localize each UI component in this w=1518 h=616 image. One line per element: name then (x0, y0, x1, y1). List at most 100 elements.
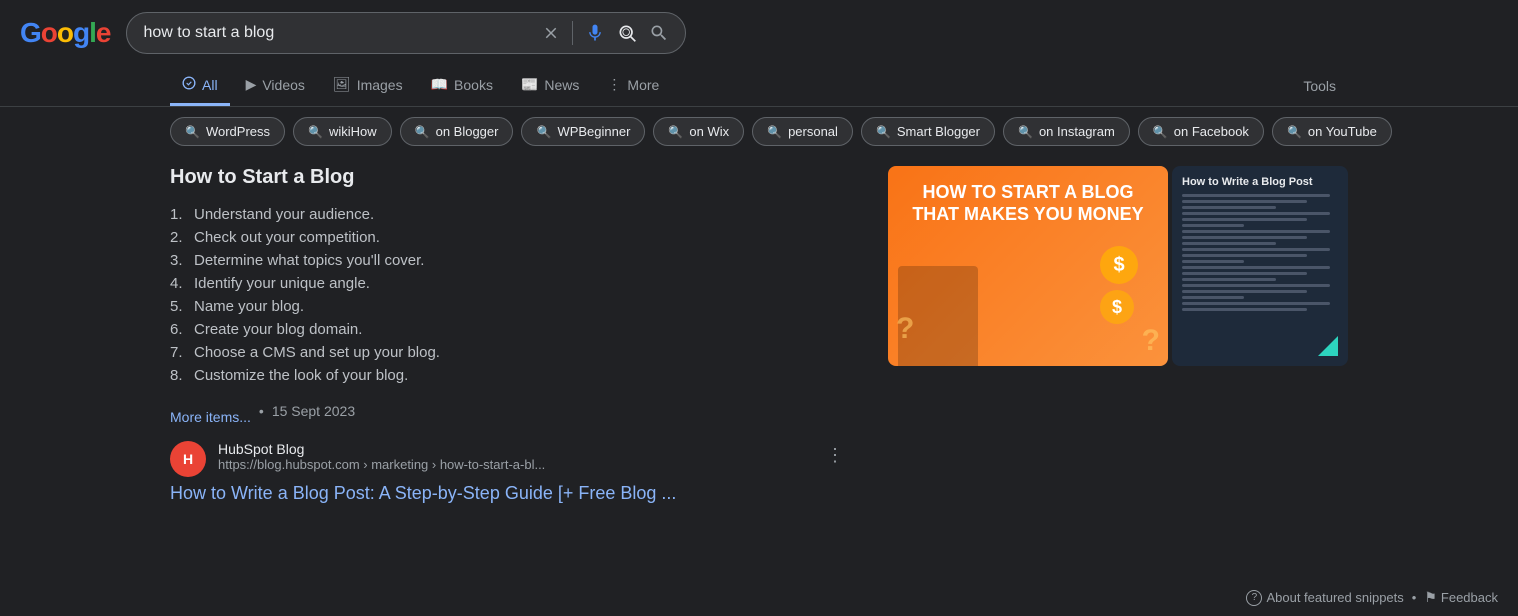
list-item: 4.Identify your unique angle. (170, 272, 848, 295)
more-items-link[interactable]: More items... (170, 409, 251, 425)
text-line (1182, 290, 1307, 293)
tab-all[interactable]: All (170, 66, 230, 106)
blue-image-content: How to Write a Blog Post (1172, 166, 1348, 366)
text-line (1182, 206, 1276, 209)
chip-search-icon-10: 🔍 (1287, 125, 1302, 139)
lens-search-button[interactable] (617, 23, 637, 43)
chip-smart-blogger-label: Smart Blogger (897, 124, 980, 139)
text-line (1182, 260, 1244, 263)
text-line (1182, 230, 1330, 233)
search-icon (649, 23, 669, 43)
search-input[interactable]: how to start a blog (143, 24, 534, 42)
tab-more-label: More (627, 77, 659, 93)
text-line (1182, 236, 1307, 239)
feedback-link[interactable]: ⚑ Feedback (1424, 589, 1498, 606)
chip-facebook[interactable]: 🔍 on Facebook (1138, 117, 1264, 146)
text-line (1182, 194, 1330, 197)
chip-search-icon-7: 🔍 (876, 125, 891, 139)
chip-search-icon: 🔍 (185, 125, 200, 139)
question-circle-icon: ? (1246, 590, 1262, 606)
text-line (1182, 308, 1307, 311)
text-line (1182, 218, 1307, 221)
chip-search-icon-5: 🔍 (668, 125, 683, 139)
snippet-date: 15 Sept 2023 (272, 403, 355, 419)
tab-images[interactable]: 🖼 Images (321, 66, 415, 106)
tools-button[interactable]: Tools (1291, 68, 1348, 104)
news-tab-icon: 📰 (521, 76, 538, 93)
chip-search-icon-6: 🔍 (767, 125, 782, 139)
chip-search-icon-2: 🔍 (308, 125, 323, 139)
text-line (1182, 266, 1330, 269)
image-thumb-right[interactable]: How to Write a Blog Post (1172, 166, 1348, 366)
chip-wix[interactable]: 🔍 on Wix (653, 117, 744, 146)
tools-label: Tools (1303, 78, 1336, 94)
chip-wikihow[interactable]: 🔍 wikiHow (293, 117, 392, 146)
blue-image-lines (1182, 194, 1338, 311)
images-panel: HOW TO START A BLOG THAT MAKES YOU MONEY… (888, 166, 1348, 504)
tab-news[interactable]: 📰 News (509, 66, 591, 106)
tab-books-label: Books (454, 77, 493, 93)
google-logo: Google (20, 17, 110, 49)
chip-blogger-label: on Blogger (436, 124, 499, 139)
books-tab-icon: 📖 (431, 76, 448, 93)
source-url: https://blog.hubspot.com › marketing › h… (218, 457, 810, 472)
separator: • (1412, 590, 1417, 605)
chip-wix-label: on Wix (689, 124, 729, 139)
chip-wordpress-label: WordPress (206, 124, 270, 139)
more-tab-icon: ⋮ (607, 76, 621, 93)
text-line (1182, 284, 1330, 287)
list-item: 1.Understand your audience. (170, 203, 848, 226)
question-mark-left: ? (896, 312, 914, 346)
chip-wordpress[interactable]: 🔍 WordPress (170, 117, 285, 146)
featured-snippet: How to Start a Blog 1.Understand your au… (170, 166, 848, 504)
text-line (1182, 254, 1307, 257)
dollar-decorations: $ $ (1100, 246, 1138, 324)
about-snippets-link[interactable]: ? About featured snippets (1246, 590, 1403, 606)
question-mark-right: ? (1142, 324, 1160, 358)
search-button[interactable] (649, 23, 669, 43)
snippet-list: 1.Understand your audience. 2.Check out … (170, 203, 848, 387)
chip-blogger[interactable]: 🔍 on Blogger (400, 117, 514, 146)
list-item: 2.Check out your competition. (170, 226, 848, 249)
source-link[interactable]: How to Write a Blog Post: A Step-by-Step… (170, 483, 848, 504)
source-favicon: H (170, 441, 206, 477)
chip-wikihow-label: wikiHow (329, 124, 377, 139)
chip-youtube-label: on YouTube (1308, 124, 1377, 139)
tab-more[interactable]: ⋮ More (595, 66, 671, 106)
blue-image-title: How to Write a Blog Post (1182, 176, 1338, 188)
text-line (1182, 278, 1276, 281)
text-line (1182, 272, 1307, 275)
text-line (1182, 224, 1244, 227)
chip-personal-label: personal (788, 124, 838, 139)
image-thumb-left[interactable]: HOW TO START A BLOG THAT MAKES YOU MONEY… (888, 166, 1168, 366)
orange-image-text: HOW TO START A BLOG THAT MAKES YOU MONEY (904, 182, 1152, 225)
filter-chips: 🔍 WordPress 🔍 wikiHow 🔍 on Blogger 🔍 WPB… (0, 107, 1518, 156)
mic-icon (585, 23, 605, 43)
tab-books[interactable]: 📖 Books (419, 66, 505, 106)
tab-videos[interactable]: ▶ Videos (234, 66, 317, 106)
text-line (1182, 302, 1330, 305)
list-item: 5.Name your blog. (170, 295, 848, 318)
close-icon (542, 24, 560, 42)
lens-icon (617, 23, 637, 43)
text-line (1182, 296, 1244, 299)
voice-search-button[interactable] (585, 23, 605, 43)
videos-tab-icon: ▶ (246, 76, 257, 93)
chip-instagram[interactable]: 🔍 on Instagram (1003, 117, 1130, 146)
tab-videos-label: Videos (262, 77, 305, 93)
chip-wpbeginner[interactable]: 🔍 WPBeginner (521, 117, 645, 146)
text-line (1182, 242, 1276, 245)
header: Google how to start a blog (0, 0, 1518, 66)
dot: • (259, 403, 264, 419)
chip-search-icon-4: 🔍 (536, 125, 551, 139)
bottom-bar: ? About featured snippets • ⚑ Feedback (1226, 579, 1518, 616)
chip-personal[interactable]: 🔍 personal (752, 117, 853, 146)
source-options-button[interactable]: ⋮ (822, 441, 848, 470)
list-item: 8.Customize the look of your blog. (170, 364, 848, 387)
images-tab-icon: 🖼 (333, 76, 351, 93)
clear-search-button[interactable] (542, 24, 560, 42)
chip-youtube[interactable]: 🔍 on YouTube (1272, 117, 1392, 146)
chip-smart-blogger[interactable]: 🔍 Smart Blogger (861, 117, 995, 146)
tab-images-label: Images (357, 77, 403, 93)
text-line (1182, 200, 1307, 203)
